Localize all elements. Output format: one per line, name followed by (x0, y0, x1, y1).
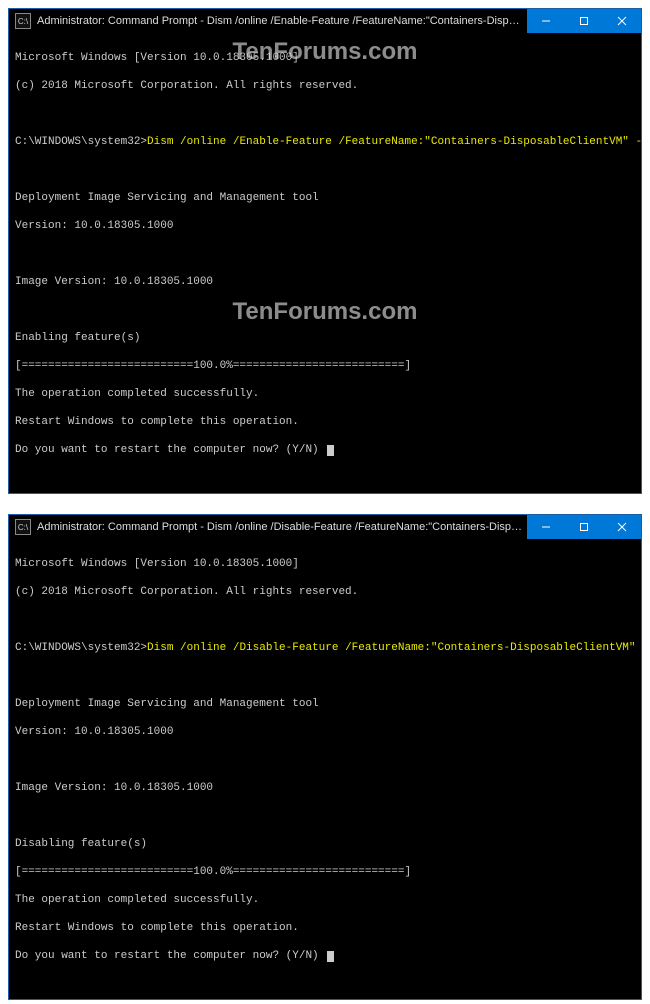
close-button[interactable] (603, 515, 641, 539)
cmd-window-disable: C:\ Administrator: Command Prompt - Dism… (8, 514, 642, 1000)
close-button[interactable] (603, 9, 641, 33)
maximize-button[interactable] (565, 515, 603, 539)
maximize-button[interactable] (565, 9, 603, 33)
tool-line: Deployment Image Servicing and Managemen… (15, 191, 635, 205)
window-buttons (527, 515, 641, 539)
command-text: Dism /online /Disable-Feature /FeatureNa… (147, 642, 635, 654)
window-title: Administrator: Command Prompt - Dism /on… (37, 15, 527, 27)
cmd-window-enable: C:\ Administrator: Command Prompt - Dism… (8, 8, 642, 494)
minimize-button[interactable] (527, 9, 565, 33)
window-title: Administrator: Command Prompt - Dism /on… (37, 521, 527, 533)
terminal-output[interactable]: Microsoft Windows [Version 10.0.18305.10… (9, 33, 641, 493)
success-line: The operation completed successfully. (15, 893, 635, 907)
window-buttons (527, 9, 641, 33)
command-line: C:\WINDOWS\system32>Dism /online /Disabl… (15, 641, 635, 655)
prompt-text: C:\WINDOWS\system32> (15, 642, 147, 654)
restart-prompt-line: Do you want to restart the computer now?… (15, 949, 635, 963)
titlebar[interactable]: C:\ Administrator: Command Prompt - Dism… (9, 515, 641, 539)
restart-prompt-line: Do you want to restart the computer now?… (15, 443, 635, 457)
tool-version-line: Version: 10.0.18305.1000 (15, 725, 635, 739)
cmd-icon: C:\ (15, 519, 31, 535)
restart-msg-line: Restart Windows to complete this operati… (15, 921, 635, 935)
tool-line: Deployment Image Servicing and Managemen… (15, 697, 635, 711)
version-line: Microsoft Windows [Version 10.0.18305.10… (15, 51, 635, 65)
progress-bar: [==========================100.0%=======… (15, 865, 635, 879)
cursor-icon (327, 445, 334, 456)
cursor-icon (327, 951, 334, 962)
success-line: The operation completed successfully. (15, 387, 635, 401)
prompt-text: C:\WINDOWS\system32> (15, 136, 147, 148)
restart-msg-line: Restart Windows to complete this operati… (15, 415, 635, 429)
image-version-line: Image Version: 10.0.18305.1000 (15, 275, 635, 289)
command-line: C:\WINDOWS\system32>Dism /online /Enable… (15, 135, 635, 149)
cmd-icon: C:\ (15, 13, 31, 29)
version-line: Microsoft Windows [Version 10.0.18305.10… (15, 557, 635, 571)
minimize-button[interactable] (527, 515, 565, 539)
action-line: Disabling feature(s) (15, 837, 635, 851)
command-text: Dism /online /Enable-Feature /FeatureNam… (147, 136, 641, 148)
titlebar[interactable]: C:\ Administrator: Command Prompt - Dism… (9, 9, 641, 33)
tool-version-line: Version: 10.0.18305.1000 (15, 219, 635, 233)
action-line: Enabling feature(s) (15, 331, 635, 345)
progress-bar: [==========================100.0%=======… (15, 359, 635, 373)
copyright-line: (c) 2018 Microsoft Corporation. All righ… (15, 79, 635, 93)
terminal-output[interactable]: Microsoft Windows [Version 10.0.18305.10… (9, 539, 641, 999)
image-version-line: Image Version: 10.0.18305.1000 (15, 781, 635, 795)
copyright-line: (c) 2018 Microsoft Corporation. All righ… (15, 585, 635, 599)
